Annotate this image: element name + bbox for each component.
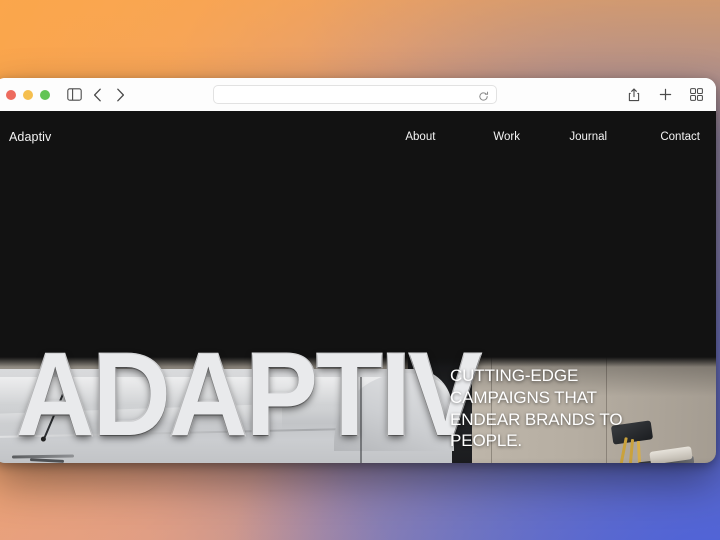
nav-item-work[interactable]: Work: [493, 131, 569, 143]
sidebar-icon[interactable]: [64, 85, 84, 105]
tab-overview-icon[interactable]: [686, 85, 706, 105]
reload-icon[interactable]: [478, 89, 489, 101]
nav-item-about[interactable]: About: [405, 131, 493, 143]
nav-item-journal[interactable]: Journal: [569, 131, 660, 143]
toolbar-left-group: [64, 85, 130, 105]
minimize-window-button[interactable]: [23, 89, 33, 100]
address-bar[interactable]: [213, 85, 497, 104]
hero-headline: CUTTING-EDGE CAMPAIGNS THAT ENDEAR BRAND…: [450, 366, 623, 451]
browser-window: Adaptiv About Work Journal Contact ADAPT…: [0, 78, 716, 463]
new-tab-icon[interactable]: [655, 85, 675, 105]
back-icon[interactable]: [87, 85, 107, 105]
page-viewport: Adaptiv About Work Journal Contact ADAPT…: [0, 111, 716, 463]
browser-toolbar: [0, 78, 716, 111]
nav-links: About Work Journal Contact: [405, 131, 700, 143]
traffic-lights: [6, 89, 50, 100]
nav-item-contact[interactable]: Contact: [660, 131, 700, 143]
hero-wordmark: ADAPTIV: [15, 329, 483, 461]
site-navigation: Adaptiv About Work Journal Contact: [0, 111, 716, 163]
toolbar-right-group: [624, 85, 706, 105]
site-logo[interactable]: Adaptiv: [9, 130, 51, 144]
forward-icon[interactable]: [110, 85, 130, 105]
close-window-button[interactable]: [6, 89, 16, 100]
share-icon[interactable]: [624, 85, 644, 105]
zoom-window-button[interactable]: [40, 89, 50, 100]
